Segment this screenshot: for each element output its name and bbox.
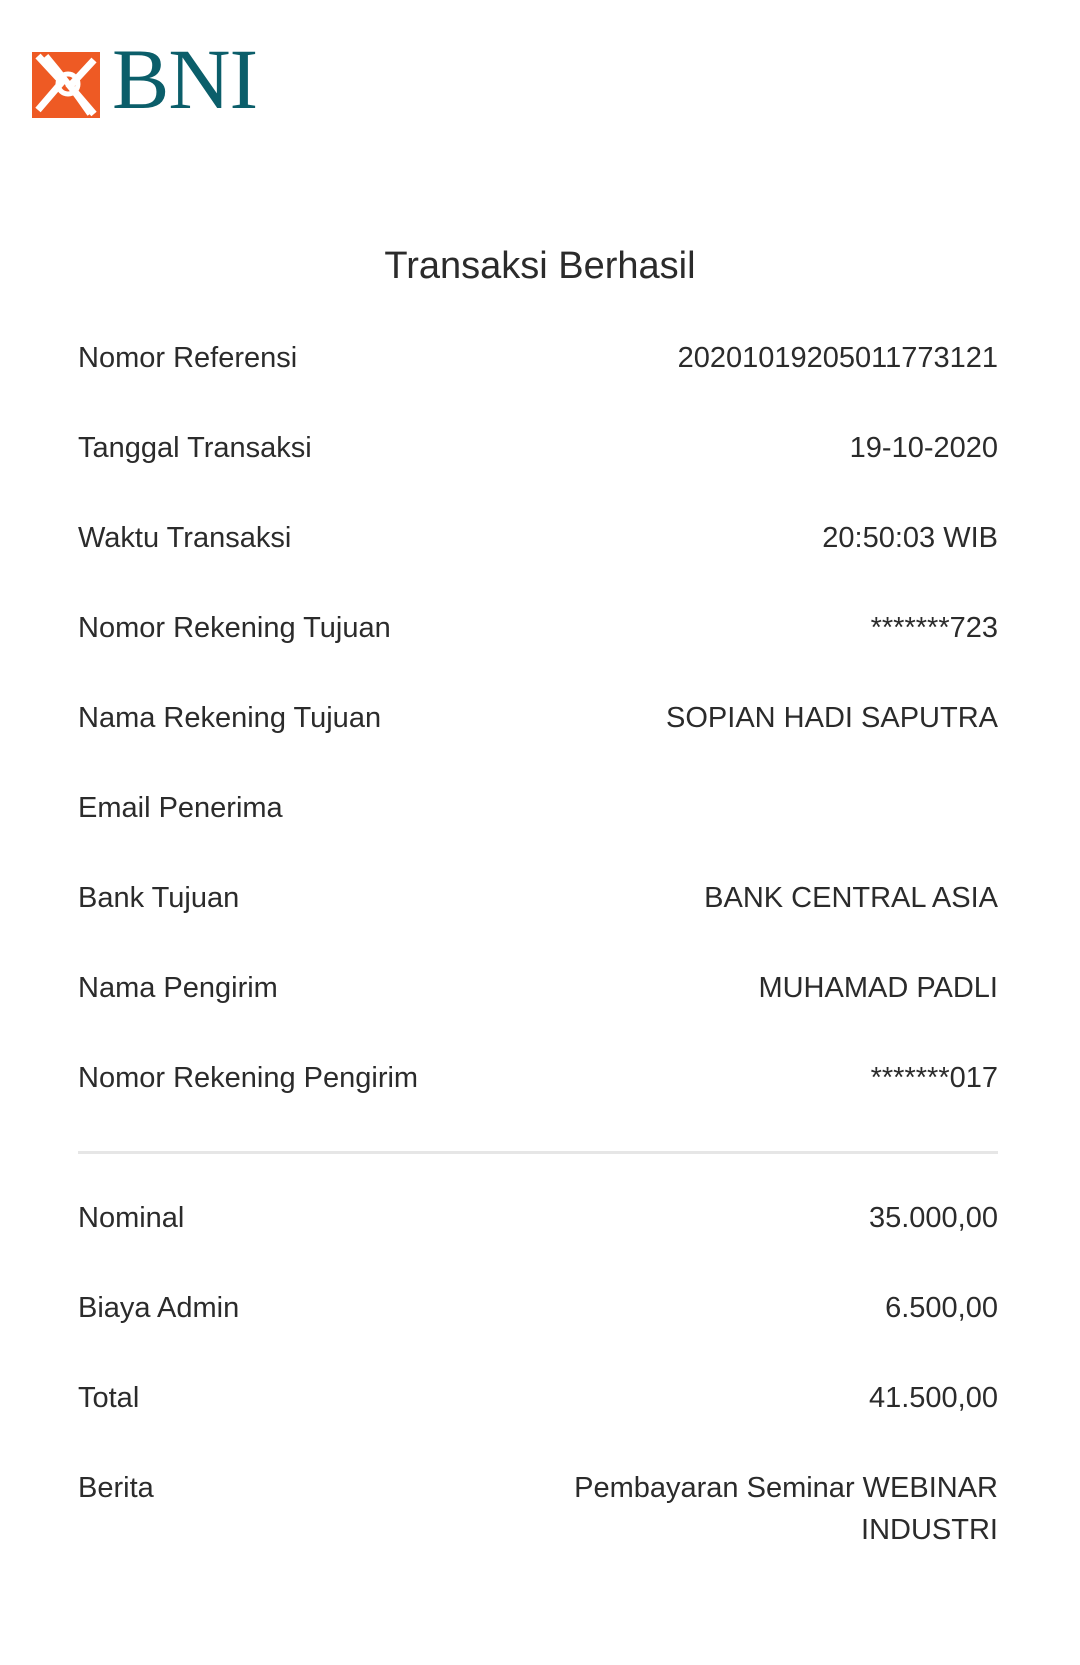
detail-row-email-penerima: Email Penerima	[78, 787, 998, 829]
amount-value: 6.500,00	[885, 1292, 998, 1324]
detail-row-nomor-referensi: Nomor Referensi 20201019205011773121	[78, 337, 998, 379]
detail-value: *******723	[870, 612, 998, 644]
detail-value: BANK CENTRAL ASIA	[704, 882, 998, 914]
amount-label: Berita	[78, 1472, 154, 1504]
detail-value: 20:50:03 WIB	[822, 522, 998, 554]
detail-value: 19-10-2020	[849, 432, 998, 464]
detail-label: Nomor Rekening Pengirim	[78, 1062, 419, 1094]
amount-value: 41.500,00	[868, 1382, 998, 1414]
amount-label: Biaya Admin	[78, 1292, 240, 1324]
detail-label: Nomor Rekening Tujuan	[78, 612, 391, 644]
amount-value: 35.000,00	[868, 1202, 998, 1234]
amount-label: Total	[78, 1382, 140, 1414]
amount-row-biaya-admin: Biaya Admin 6.500,00	[78, 1287, 998, 1329]
page-title: Transaksi Berhasil	[384, 245, 696, 287]
detail-row-waktu-transaksi: Waktu Transaksi 20:50:03 WIB	[78, 517, 998, 559]
section-divider	[78, 1151, 998, 1154]
amount-row-nominal: Nominal 35.000,00	[78, 1197, 998, 1239]
amount-value: Pembayaran Seminar WEBINAR INDUSTRI	[574, 1472, 998, 1546]
detail-value: MUHAMAD PADLI	[758, 972, 998, 1004]
detail-value: 20201019205011773121	[677, 342, 998, 374]
amount-row-berita: Berita Pembayaran Seminar WEBINAR INDUST…	[78, 1467, 998, 1551]
detail-row-nomor-rekening-tujuan: Nomor Rekening Tujuan *******723	[78, 607, 998, 649]
detail-row-tanggal-transaksi: Tanggal Transaksi 19-10-2020	[78, 427, 998, 469]
bni-logo: BNI	[32, 36, 272, 122]
detail-row-nomor-rekening-pengirim: Nomor Rekening Pengirim *******017	[78, 1057, 998, 1099]
detail-row-nama-pengirim: Nama Pengirim MUHAMAD PADLI	[78, 967, 998, 1009]
detail-label: Tanggal Transaksi	[78, 432, 312, 464]
amount-row-total: Total 41.500,00	[78, 1377, 998, 1419]
detail-label: Nama Pengirim	[78, 972, 278, 1004]
detail-label: Email Penerima	[78, 792, 283, 824]
bni-logo-text: BNI	[112, 31, 258, 127]
detail-label: Bank Tujuan	[78, 882, 240, 914]
detail-label: Nomor Referensi	[78, 342, 298, 374]
detail-value: *******017	[870, 1062, 998, 1094]
detail-label: Waktu Transaksi	[78, 522, 292, 554]
amount-label: Nominal	[78, 1202, 185, 1234]
bni-logo-mark-icon	[32, 52, 100, 118]
detail-value: SOPIAN HADI SAPUTRA	[666, 702, 998, 734]
detail-row-bank-tujuan: Bank Tujuan BANK CENTRAL ASIA	[78, 877, 998, 919]
detail-label: Nama Rekening Tujuan	[78, 702, 382, 734]
detail-row-nama-rekening-tujuan: Nama Rekening Tujuan SOPIAN HADI SAPUTRA	[78, 697, 998, 739]
